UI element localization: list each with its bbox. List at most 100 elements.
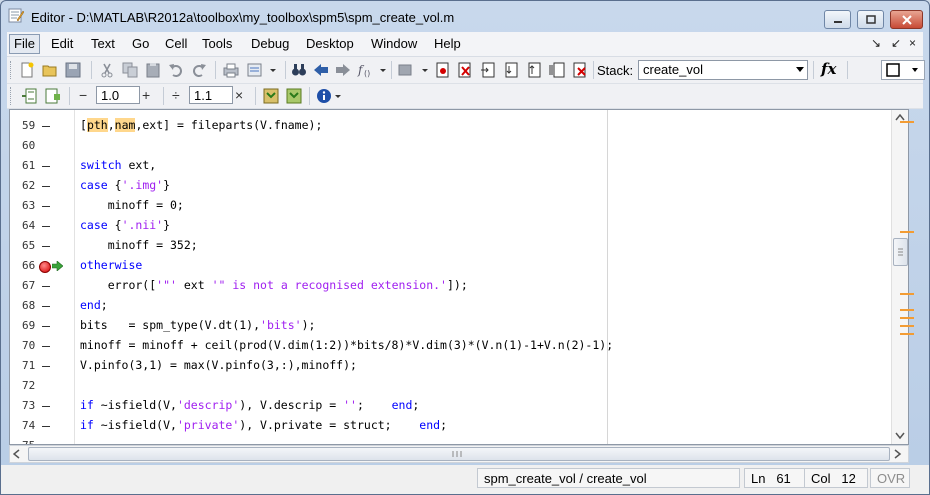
chevron-down-icon: [792, 61, 807, 79]
toolbar-separator: [215, 61, 216, 79]
horizontal-scroll-thumb[interactable]: [28, 447, 890, 461]
evaluate-cell-icon[interactable]: [45, 88, 61, 104]
back-arrow-icon[interactable]: [313, 62, 329, 78]
scroll-down-icon[interactable]: [895, 432, 905, 440]
executable-line-marker[interactable]: [42, 286, 50, 287]
executable-line-marker[interactable]: [42, 406, 50, 407]
code-line-69: bits = spm_type(V.dt(1),'bits');: [80, 318, 316, 332]
copy-icon[interactable]: [122, 62, 138, 78]
function-dropdown-icon[interactable]: [375, 62, 391, 78]
info-dropdown-icon[interactable]: [330, 88, 346, 104]
executable-line-marker[interactable]: [42, 366, 50, 367]
warning-marker[interactable]: [900, 333, 914, 335]
executable-line-marker[interactable]: [42, 226, 50, 227]
warning-marker[interactable]: [900, 293, 914, 295]
vertical-scrollbar[interactable]: [891, 110, 908, 444]
right-text-limit-line: [607, 110, 608, 444]
executable-line-marker[interactable]: [42, 306, 50, 307]
publish-icon[interactable]: [247, 62, 263, 78]
insert-function-button[interactable]: fx: [821, 60, 836, 78]
open-folder-icon[interactable]: [42, 62, 58, 78]
increment-value-input[interactable]: 1.0: [96, 86, 140, 104]
print-icon[interactable]: [223, 62, 239, 78]
warning-marker[interactable]: [900, 325, 914, 327]
divide-button[interactable]: ÷: [172, 87, 180, 103]
step-out-icon[interactable]: [526, 62, 542, 78]
executable-line-marker[interactable]: [42, 246, 50, 247]
warning-marker[interactable]: [900, 317, 914, 319]
menu-go[interactable]: Go: [128, 35, 153, 53]
warning-marker[interactable]: [900, 309, 914, 311]
decrement-button[interactable]: −: [79, 87, 87, 103]
exit-debug-icon[interactable]: [572, 62, 588, 78]
executable-line-marker[interactable]: [42, 326, 50, 327]
menu-file[interactable]: File: [9, 34, 40, 54]
step-in-icon[interactable]: [503, 62, 519, 78]
executable-line-marker[interactable]: [42, 186, 50, 187]
save-icon[interactable]: [65, 62, 81, 78]
executable-line-marker[interactable]: [42, 206, 50, 207]
menu-tools[interactable]: Tools: [198, 35, 236, 53]
close-icon: [901, 14, 912, 25]
clear-breakpoints-icon[interactable]: [457, 62, 473, 78]
editor-layout-button[interactable]: [881, 60, 925, 80]
code-line-59: [pth,nam,ext] = fileparts(V.fname);: [80, 118, 323, 132]
line-number-gutter[interactable]: 59 60 61 62 63 64 65 66 67 68 69 70 71 7…: [10, 110, 75, 444]
warning-marker[interactable]: [900, 121, 914, 123]
multiply-button[interactable]: ×: [235, 87, 243, 103]
column-value: 12: [841, 471, 856, 486]
menu-debug[interactable]: Debug: [247, 35, 293, 53]
executable-line-marker[interactable]: [42, 426, 50, 427]
find-binoculars-icon[interactable]: [291, 62, 307, 78]
stack-select[interactable]: create_vol: [638, 60, 808, 80]
executable-line-marker[interactable]: [42, 126, 50, 127]
restore-button[interactable]: [857, 10, 884, 29]
close-window-button[interactable]: [890, 10, 923, 29]
set-breakpoint-icon[interactable]: [435, 62, 451, 78]
menu-window[interactable]: Window: [367, 35, 421, 53]
increment-button[interactable]: +: [142, 87, 150, 103]
continue-icon[interactable]: [549, 62, 565, 78]
navigate-dropdown-icon[interactable]: [417, 62, 433, 78]
paste-icon[interactable]: [145, 62, 161, 78]
publish-dropdown-icon[interactable]: [265, 62, 281, 78]
close-document-icon[interactable]: ×: [909, 36, 916, 50]
vertical-scroll-thumb[interactable]: [893, 238, 908, 266]
code-editor[interactable]: 59 60 61 62 63 64 65 66 67 68 69 70 71 7…: [9, 109, 909, 445]
insert-cell-break-icon[interactable]: [21, 88, 37, 104]
code-line-68: end;: [80, 298, 108, 312]
window-title: Editor - D:\MATLAB\R2012a\toolbox\my_too…: [31, 10, 455, 25]
menu-text[interactable]: Text: [87, 35, 119, 53]
scroll-left-icon[interactable]: [13, 449, 21, 459]
cell-toolbar: − 1.0 + ÷ 1.1 ×: [7, 84, 923, 109]
horizontal-scrollbar[interactable]: [9, 445, 909, 463]
menu-help[interactable]: Help: [430, 35, 465, 53]
step-icon[interactable]: [480, 62, 496, 78]
scroll-right-icon[interactable]: [894, 449, 902, 459]
breakpoint-icon[interactable]: [39, 261, 51, 273]
forward-arrow-icon[interactable]: [335, 62, 351, 78]
minimize-button[interactable]: [824, 10, 851, 29]
executable-line-marker[interactable]: [42, 346, 50, 347]
dock-icon[interactable]: ↙: [891, 36, 901, 50]
function-browser-icon[interactable]: f(): [357, 62, 373, 78]
toolbar-grip[interactable]: [10, 61, 14, 79]
code-area[interactable]: [pth,nam,ext] = fileparts(V.fname); swit…: [80, 110, 613, 444]
toolbar-grip[interactable]: [10, 87, 14, 105]
navigate-bookmark-icon[interactable]: [397, 62, 413, 78]
menu-desktop[interactable]: Desktop: [302, 35, 358, 53]
line-value: 61: [776, 471, 791, 486]
executable-line-marker[interactable]: [42, 166, 50, 167]
scale-value-input[interactable]: 1.1: [189, 86, 233, 104]
cut-icon[interactable]: [99, 62, 115, 78]
warning-marker[interactable]: [900, 231, 914, 233]
redo-icon[interactable]: [191, 62, 207, 78]
undock-icon[interactable]: ↘: [871, 36, 881, 50]
menu-edit[interactable]: Edit: [47, 35, 77, 53]
new-file-icon[interactable]: [19, 62, 35, 78]
menu-cell[interactable]: Cell: [161, 35, 191, 53]
undo-icon[interactable]: [168, 62, 184, 78]
column-label: Col: [811, 471, 831, 486]
evaluate-and-advance-icon[interactable]: [263, 88, 279, 104]
evaluate-cell-advance-icon[interactable]: [286, 88, 302, 104]
